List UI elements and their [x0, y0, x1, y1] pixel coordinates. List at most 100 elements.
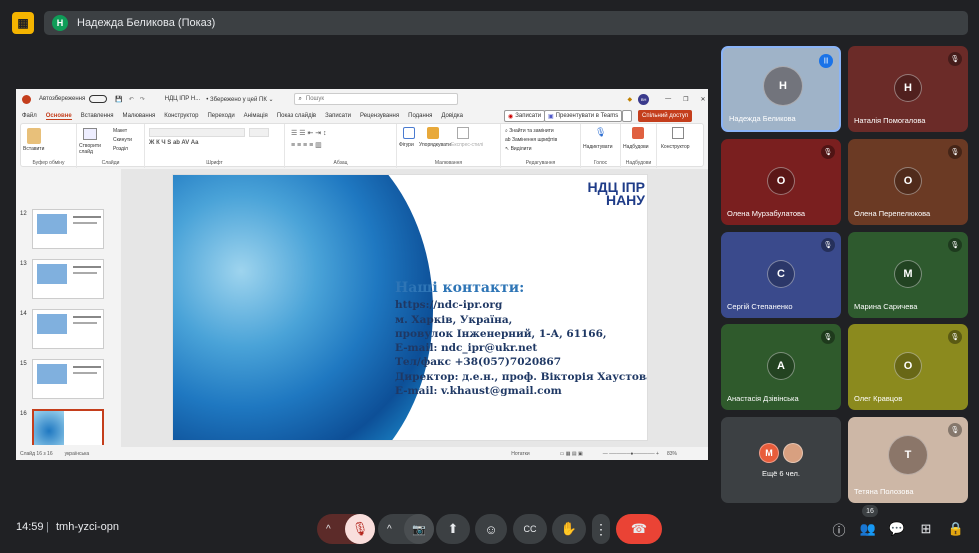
teams-button-label: Презентувати в Teams: [555, 113, 619, 119]
new-slide-icon[interactable]: [83, 128, 97, 140]
view-buttons[interactable]: ▭ ▦ ▤ ▣: [560, 451, 583, 457]
ppt-status-bar: Слайд 16 з 16 українська Нотатки ▭ ▦ ▤ ▣…: [16, 448, 708, 460]
dictate-icon[interactable]: 🎙: [595, 127, 606, 138]
language-status[interactable]: українська: [65, 451, 90, 457]
autosave-toggle[interactable]: [89, 95, 108, 103]
close-icon[interactable]: ✕: [701, 96, 706, 103]
addins-label[interactable]: Надбудови: [623, 144, 649, 150]
zoom-slider[interactable]: — ──────●────── +: [603, 451, 659, 457]
idea-icon[interactable]: ◆: [628, 96, 633, 103]
slide-thumbnail[interactable]: [32, 309, 104, 349]
designer-icon[interactable]: [672, 127, 684, 139]
teams-button[interactable]: ▣ Презентувати в Teams: [544, 110, 623, 122]
participant-tile[interactable]: О Олена Перепелюкова 🎙: [848, 139, 968, 225]
menu-item[interactable]: Вставлення: [81, 113, 114, 120]
menu-item[interactable]: Конструктор: [164, 113, 198, 120]
menu-item[interactable]: Подання: [408, 113, 432, 120]
participant-tile[interactable]: М Марина Саричева 🎙: [848, 232, 968, 318]
slide-thumbnail[interactable]: [32, 259, 104, 299]
activities-button[interactable]: ⊞: [912, 515, 940, 543]
font-size-input[interactable]: [249, 128, 269, 137]
thumbnail-number: 13: [20, 261, 27, 267]
participant-tile[interactable]: А Анастасія Дзівінська 🎙: [721, 324, 841, 410]
menu-item[interactable]: Довідка: [441, 113, 463, 120]
redo-icon[interactable]: ↷: [140, 96, 145, 103]
maximize-icon[interactable]: ❐: [683, 96, 688, 103]
quick-styles-label[interactable]: Експрес-стилі: [451, 142, 483, 148]
minimize-icon[interactable]: —: [665, 96, 671, 102]
thumbnail-number: 16: [20, 411, 27, 417]
captions-button[interactable]: CC: [513, 514, 547, 544]
replace-fonts-button[interactable]: ab Замінення шрифтів: [505, 137, 557, 143]
paragraph-align-buttons[interactable]: ≡ ≡ ≡ ≡ ▥: [291, 141, 322, 149]
menu-item[interactable]: Файл: [22, 113, 37, 120]
font-style-buttons[interactable]: Ж К Ч S ab AV Aa: [149, 140, 198, 146]
presenter-banner[interactable]: Н Надежда Беликова (Показ): [44, 11, 968, 35]
participant-tile[interactable]: Н Наталія Помогалова 🎙: [848, 46, 968, 132]
share-button[interactable]: Спільний доступ: [638, 110, 693, 122]
saved-status[interactable]: • Збережено у цей ПК ⌄: [206, 96, 273, 103]
chat-button[interactable]: 💬: [883, 515, 911, 543]
menu-item[interactable]: Переходи: [207, 113, 234, 120]
notes-button[interactable]: Нотатки: [511, 451, 529, 457]
find-replace-button[interactable]: ⌕ Знайти та замінити: [505, 128, 554, 134]
user-avatar[interactable]: BH: [638, 93, 650, 105]
section-button[interactable]: Розділ: [113, 146, 128, 152]
menu-item[interactable]: Рецензування: [360, 113, 399, 120]
raise-hand-button[interactable]: ✋: [552, 514, 586, 544]
reset-button[interactable]: Скинути: [113, 137, 132, 143]
designer-label[interactable]: Конструктор: [661, 144, 690, 150]
menu-item[interactable]: Основне: [45, 113, 72, 120]
participant-tile[interactable]: Т Тетяна Полозова 🎙: [848, 417, 968, 503]
participant-tile[interactable]: M Ещё 6 чел.: [721, 417, 841, 503]
paste-label[interactable]: Вставити: [23, 146, 44, 152]
slide-thumbnail[interactable]: [32, 359, 104, 399]
present-button[interactable]: ⬆: [436, 514, 470, 544]
menu-item[interactable]: Показ слайдів: [277, 113, 316, 120]
participant-tile[interactable]: Н Надежда Беликова |||: [721, 46, 841, 132]
meeting-info-button[interactable]: ⓘ: [825, 515, 853, 543]
shapes-label[interactable]: Фігури: [399, 142, 414, 148]
zoom-level[interactable]: 83%: [667, 451, 677, 457]
slide-thumbnail[interactable]: [32, 209, 104, 249]
menu-item[interactable]: Малювання: [123, 113, 156, 120]
menu-item[interactable]: Записати: [325, 113, 351, 120]
more-options-button[interactable]: ⋮: [592, 514, 610, 544]
participant-name: Марина Саричева: [854, 302, 918, 311]
current-slide[interactable]: НДЦ ІПР НАНУ Наші контакти: https://ndc-…: [172, 174, 648, 441]
host-controls-button[interactable]: 🔒: [942, 515, 970, 543]
meeting-code: tmh-yzci-opn: [56, 521, 119, 533]
paragraph-list-buttons[interactable]: ☰ ☰ ⇤ ⇥ ↕: [291, 129, 327, 137]
camera-options-chevron-icon[interactable]: ^: [387, 524, 392, 535]
people-button[interactable]: 👥 16: [854, 505, 882, 543]
undo-icon[interactable]: ↶: [129, 96, 134, 103]
quick-styles-icon[interactable]: [457, 127, 469, 139]
reactions-button[interactable]: ☺: [475, 514, 507, 544]
arrange-label[interactable]: Упорядкувати: [419, 142, 451, 148]
mic-options-chevron-icon[interactable]: ^: [326, 524, 331, 535]
presentation-icon[interactable]: ▦: [12, 12, 34, 34]
arrange-icon[interactable]: [427, 127, 439, 139]
shapes-icon[interactable]: [403, 127, 415, 139]
menu-item[interactable]: Анімація: [244, 113, 268, 120]
mic-off-icon[interactable]: 🎙: [345, 514, 375, 544]
slide-thumbnail[interactable]: [32, 409, 104, 445]
thumbnail-number: 15: [20, 361, 27, 367]
participant-tile[interactable]: С Сергій Степаненко 🎙: [721, 232, 841, 318]
camera-icon[interactable]: 📷: [404, 514, 434, 544]
comments-icon[interactable]: [622, 110, 632, 122]
dictate-label[interactable]: Надиктувати: [583, 144, 613, 150]
autosave-label: Автозбереження: [39, 96, 86, 102]
addins-icon[interactable]: [632, 127, 644, 139]
participant-tile[interactable]: О Олег Кравцов 🎙: [848, 324, 968, 410]
paste-icon[interactable]: [27, 128, 41, 144]
new-slide-label[interactable]: Створити слайд: [79, 143, 109, 155]
layout-button[interactable]: Макет: [113, 128, 127, 134]
font-name-input[interactable]: [149, 128, 245, 137]
leave-call-button[interactable]: ☎: [616, 514, 662, 544]
search-box[interactable]: ⌕ Пошук: [293, 93, 458, 105]
select-button[interactable]: ↖ Виділити: [505, 146, 532, 152]
record-button[interactable]: ◉ Записати: [504, 110, 546, 122]
participant-tile[interactable]: О Олена Мурзабулатова 🎙: [721, 139, 841, 225]
save-icon[interactable]: 💾: [115, 96, 122, 103]
